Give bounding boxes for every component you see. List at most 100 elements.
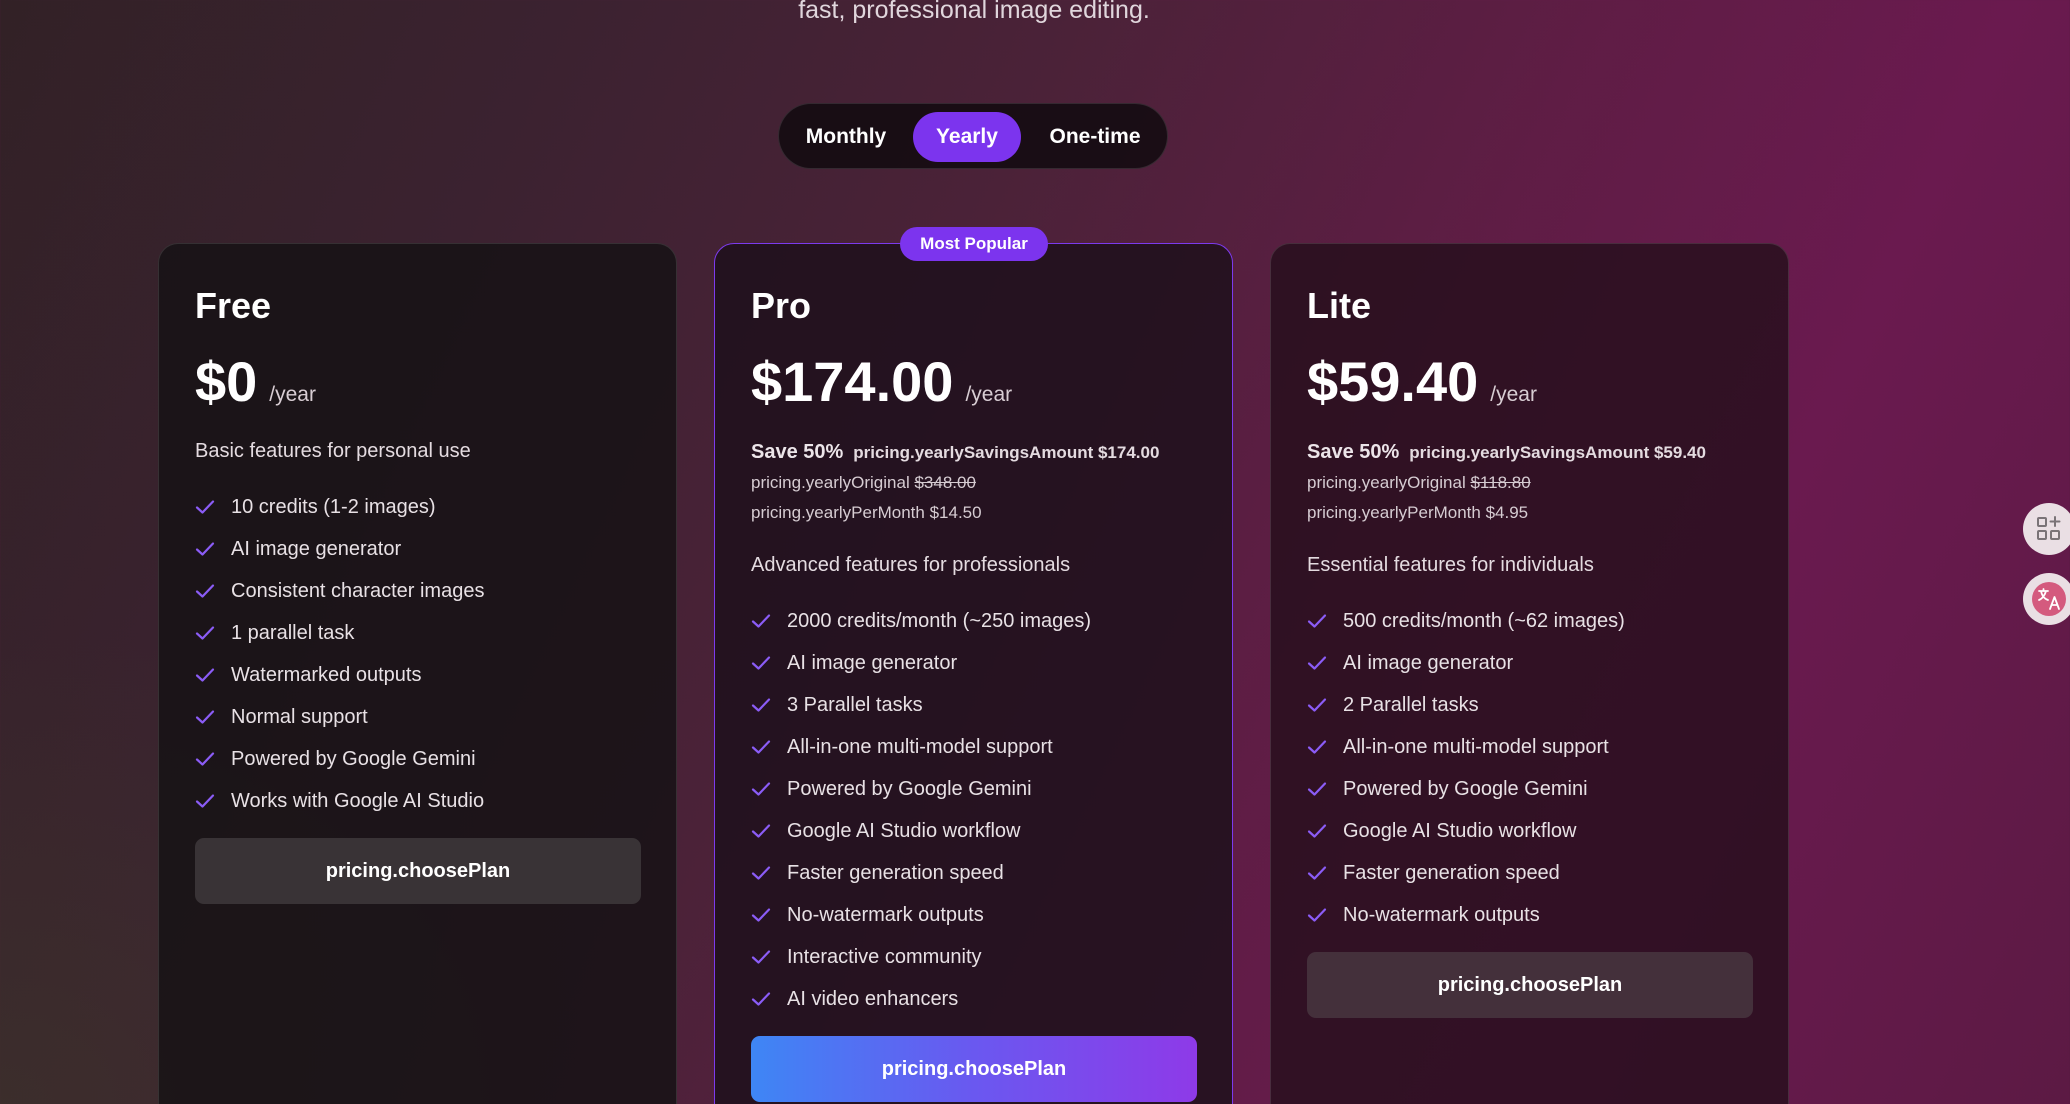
feature-item: Interactive community — [751, 936, 1091, 978]
feature-label: 10 credits (1-2 images) — [231, 495, 436, 518]
feature-label: Watermarked outputs — [231, 663, 422, 686]
price-row: $174.00/year — [751, 348, 1012, 416]
original-price-line: pricing.yearlyOriginal $348.00 — [751, 472, 976, 494]
feature-item: Faster generation speed — [1307, 852, 1625, 894]
feature-item: 2000 credits/month (~250 images) — [751, 600, 1091, 642]
check-icon — [751, 992, 771, 1006]
plan-name: Pro — [751, 285, 812, 326]
plan-card-pro: Most Popular Pro $174.00/year Save 50% pr… — [714, 227, 1233, 1104]
per-month-line: pricing.yearlyPerMonth $14.50 — [751, 502, 982, 524]
check-icon — [1307, 782, 1327, 796]
check-icon — [1307, 614, 1327, 628]
toggle-one-time[interactable]: One-time — [1033, 112, 1157, 162]
plan-card-lite: Lite $59.40/year Save 50% pricing.yearlyS… — [1270, 243, 1789, 1104]
check-icon — [751, 824, 771, 838]
feature-label: Powered by Google Gemini — [1343, 777, 1588, 800]
feature-item: 500 credits/month (~62 images) — [1307, 600, 1625, 642]
original-price-value: $348.00 — [914, 473, 976, 492]
feature-item: Powered by Google Gemini — [751, 768, 1091, 810]
check-icon — [195, 710, 215, 724]
check-icon — [751, 614, 771, 628]
feature-item: 10 credits (1-2 images) — [195, 486, 484, 528]
feature-label: 500 credits/month (~62 images) — [1343, 609, 1625, 632]
feature-label: All-in-one multi-model support — [1343, 735, 1609, 758]
feature-item: 2 Parallel tasks — [1307, 684, 1625, 726]
apps-widget-button[interactable] — [2023, 503, 2070, 555]
choose-plan-button-pro[interactable]: pricing.choosePlan — [751, 1036, 1197, 1102]
plan-period: /year — [965, 383, 1013, 406]
check-icon — [1307, 866, 1327, 880]
per-month-value: $14.50 — [929, 503, 982, 522]
choose-plan-button-lite[interactable]: pricing.choosePlan — [1307, 952, 1753, 1018]
translate-widget-button[interactable] — [2023, 573, 2070, 625]
savings-amount: pricing.yearlySavingsAmount $59.40 — [1409, 443, 1706, 462]
price-row: $59.40/year — [1307, 348, 1537, 416]
feature-item: No-watermark outputs — [1307, 894, 1625, 936]
check-icon — [1307, 698, 1327, 712]
feature-label: 3 Parallel tasks — [787, 693, 923, 716]
feature-list: 500 credits/month (~62 images) AI image … — [1307, 600, 1625, 936]
check-icon — [751, 656, 771, 670]
feature-label: Faster generation speed — [787, 861, 1004, 884]
check-icon — [1307, 908, 1327, 922]
feature-label: Works with Google AI Studio — [231, 789, 485, 812]
feature-item: Consistent character images — [195, 570, 484, 612]
save-percent: Save 50% — [1307, 441, 1400, 463]
check-icon — [751, 950, 771, 964]
feature-item: Google AI Studio workflow — [1307, 810, 1625, 852]
feature-label: AI image generator — [231, 537, 402, 560]
apps-add-icon — [2037, 516, 2061, 540]
feature-item: AI image generator — [751, 642, 1091, 684]
toggle-monthly[interactable]: Monthly — [791, 112, 901, 162]
feature-label: Interactive community — [787, 945, 982, 968]
feature-item: 3 Parallel tasks — [751, 684, 1091, 726]
plan-price: $0 — [195, 350, 258, 413]
original-price-line: pricing.yearlyOriginal $118.80 — [1307, 472, 1531, 494]
feature-item: Powered by Google Gemini — [1307, 768, 1625, 810]
plan-description: Advanced features for professionals — [751, 554, 1071, 576]
price-row: $0/year — [195, 348, 316, 416]
check-icon — [195, 668, 215, 682]
feature-label: Google AI Studio workflow — [1343, 819, 1577, 842]
plan-period: /year — [269, 383, 316, 406]
feature-item: All-in-one multi-model support — [1307, 726, 1625, 768]
plan-card-free: Free $0/year Basic features for personal… — [158, 243, 677, 1104]
plan-description: Essential features for individuals — [1307, 554, 1594, 576]
feature-item: Powered by Google Gemini — [195, 738, 484, 780]
check-icon — [1307, 824, 1327, 838]
plan-price: $174.00 — [751, 350, 954, 413]
check-icon — [195, 500, 215, 514]
save-percent: Save 50% — [751, 441, 844, 463]
plan-name: Free — [195, 285, 272, 326]
feature-label: Consistent character images — [231, 579, 485, 602]
check-icon — [751, 866, 771, 880]
original-price-label: pricing.yearlyOriginal — [751, 473, 910, 492]
check-icon — [195, 794, 215, 808]
check-icon — [195, 542, 215, 556]
plan-name: Lite — [1307, 285, 1372, 326]
feature-item: 1 parallel task — [195, 612, 484, 654]
original-price-label: pricing.yearlyOriginal — [1307, 473, 1466, 492]
translate-icon — [2032, 582, 2066, 616]
feature-list: 10 credits (1-2 images) AI image generat… — [195, 486, 484, 822]
per-month-line: pricing.yearlyPerMonth $4.95 — [1307, 502, 1528, 524]
check-icon — [751, 698, 771, 712]
choose-plan-button-free[interactable]: pricing.choosePlan — [195, 838, 641, 904]
feature-label: AI image generator — [787, 651, 958, 674]
feature-label: No-watermark outputs — [1343, 903, 1540, 926]
feature-item: All-in-one multi-model support — [751, 726, 1091, 768]
per-month-value: $4.95 — [1485, 503, 1529, 522]
feature-item: Works with Google AI Studio — [195, 780, 484, 822]
feature-label: Powered by Google Gemini — [231, 747, 476, 770]
per-month-label: pricing.yearlyPerMonth — [751, 503, 925, 522]
check-icon — [195, 626, 215, 640]
feature-label: AI video enhancers — [787, 987, 959, 1010]
feature-label: No-watermark outputs — [787, 903, 984, 926]
savings-amount: pricing.yearlySavingsAmount $174.00 — [853, 443, 1160, 462]
feature-item: Normal support — [195, 696, 484, 738]
check-icon — [195, 752, 215, 766]
feature-item: Watermarked outputs — [195, 654, 484, 696]
feature-item: No-watermark outputs — [751, 894, 1091, 936]
billing-toggle: Monthly Yearly One-time — [778, 103, 1168, 169]
toggle-yearly[interactable]: Yearly — [913, 112, 1021, 162]
